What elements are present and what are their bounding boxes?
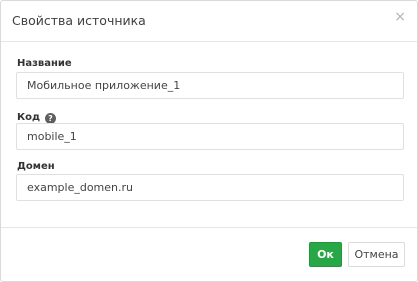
domain-input[interactable] xyxy=(16,174,404,201)
code-input[interactable] xyxy=(16,123,404,150)
domain-label: Домен xyxy=(17,161,55,172)
close-icon[interactable]: × xyxy=(394,10,406,24)
source-properties-dialog: Свойства источника × Название Код ? Доме… xyxy=(0,0,418,282)
dialog-title: Свойства источника xyxy=(12,13,146,28)
name-label: Название xyxy=(17,58,72,69)
dialog-header: Свойства источника × xyxy=(1,1,417,42)
name-input[interactable] xyxy=(16,72,404,99)
ok-button[interactable]: Ок xyxy=(309,242,342,267)
footer-divider xyxy=(1,227,417,228)
code-label: Код xyxy=(17,112,41,123)
cancel-button[interactable]: Отмена xyxy=(348,242,405,267)
